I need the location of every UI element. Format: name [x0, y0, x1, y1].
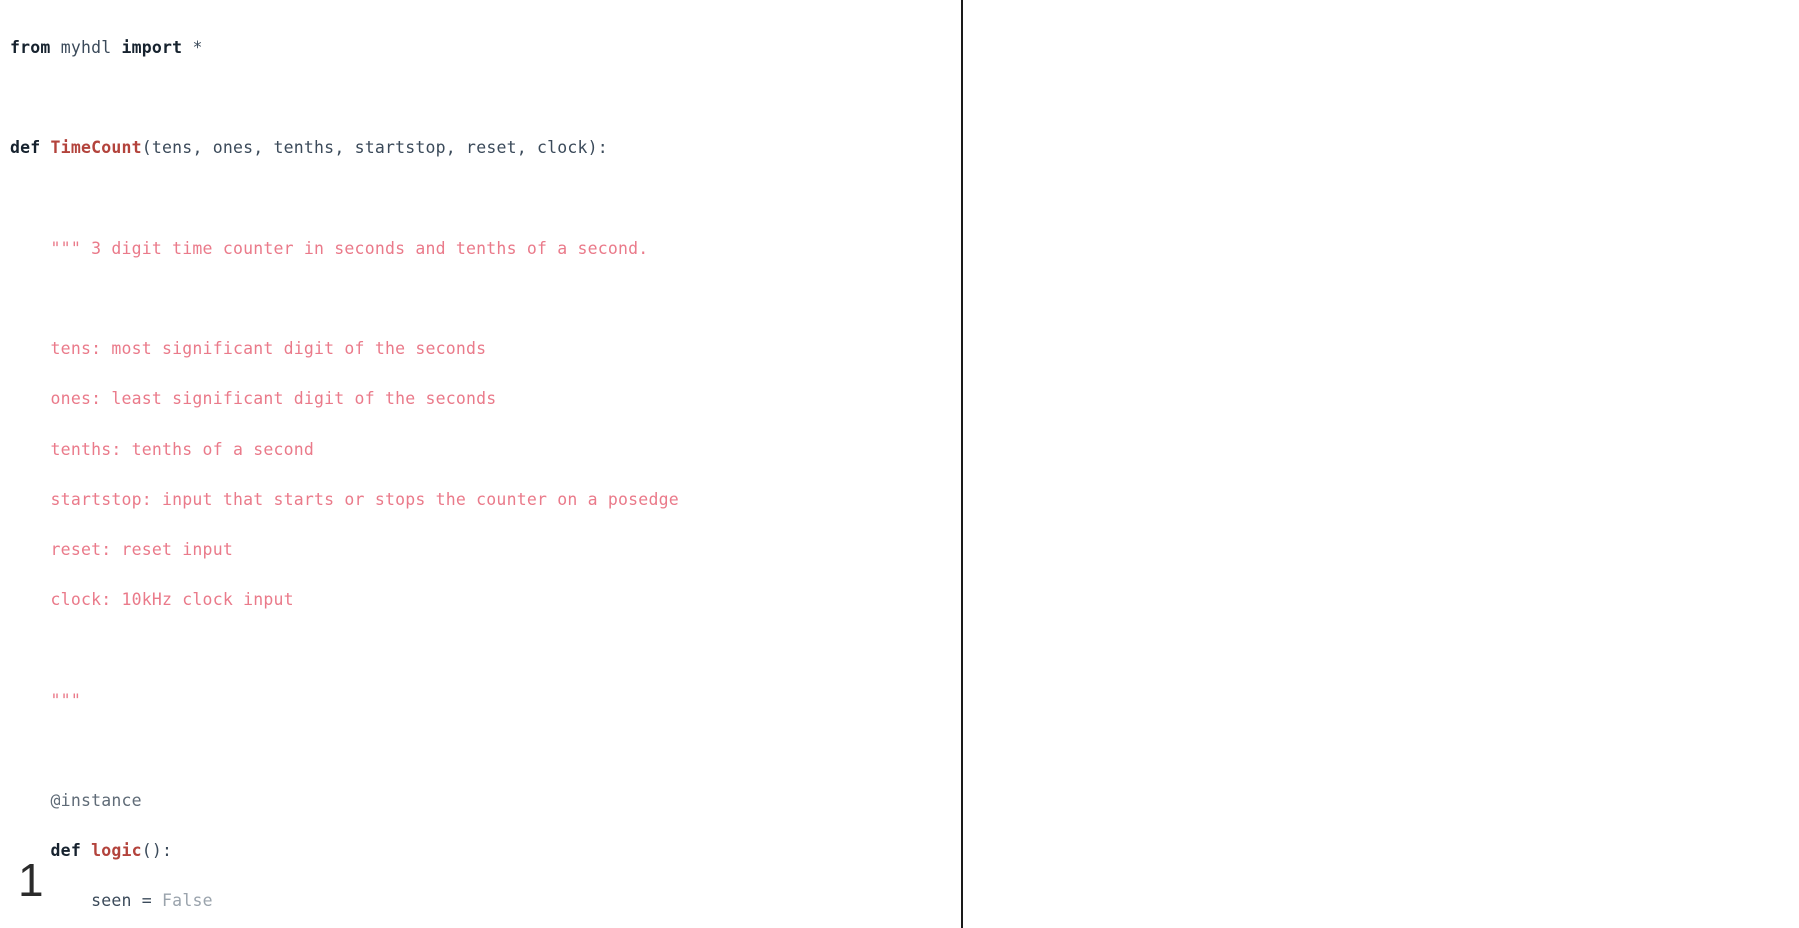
code-line: @instance	[50, 790, 142, 810]
code-line: def TimeCount(tens, ones, tenths, starts…	[10, 138, 608, 158]
code-line: from myhdl import *	[10, 38, 203, 58]
code-line: """	[50, 690, 81, 710]
code-line: seen = False	[91, 891, 213, 911]
code-line: tenths: tenths of a second	[50, 439, 315, 459]
code-listing-page-1: from myhdl import * def TimeCount(tens, …	[10, 10, 679, 928]
code-line: startstop: input that starts or stops th…	[50, 489, 679, 509]
code-line: clock: 10kHz clock input	[50, 590, 294, 610]
code-page-1: from myhdl import * def TimeCount(tens, …	[0, 0, 962, 928]
code-page-2: else: if startstop and not seen: seen = …	[963, 0, 1799, 928]
code-line: """ 3 digit time counter in seconds and …	[50, 238, 649, 258]
page-number-1: 1	[18, 854, 44, 906]
code-line: def logic():	[50, 841, 173, 861]
code-line: reset: reset input	[50, 539, 233, 559]
code-line: tens: most significant digit of the seco…	[50, 339, 487, 359]
code-line: ones: least significant digit of the sec…	[50, 389, 497, 409]
